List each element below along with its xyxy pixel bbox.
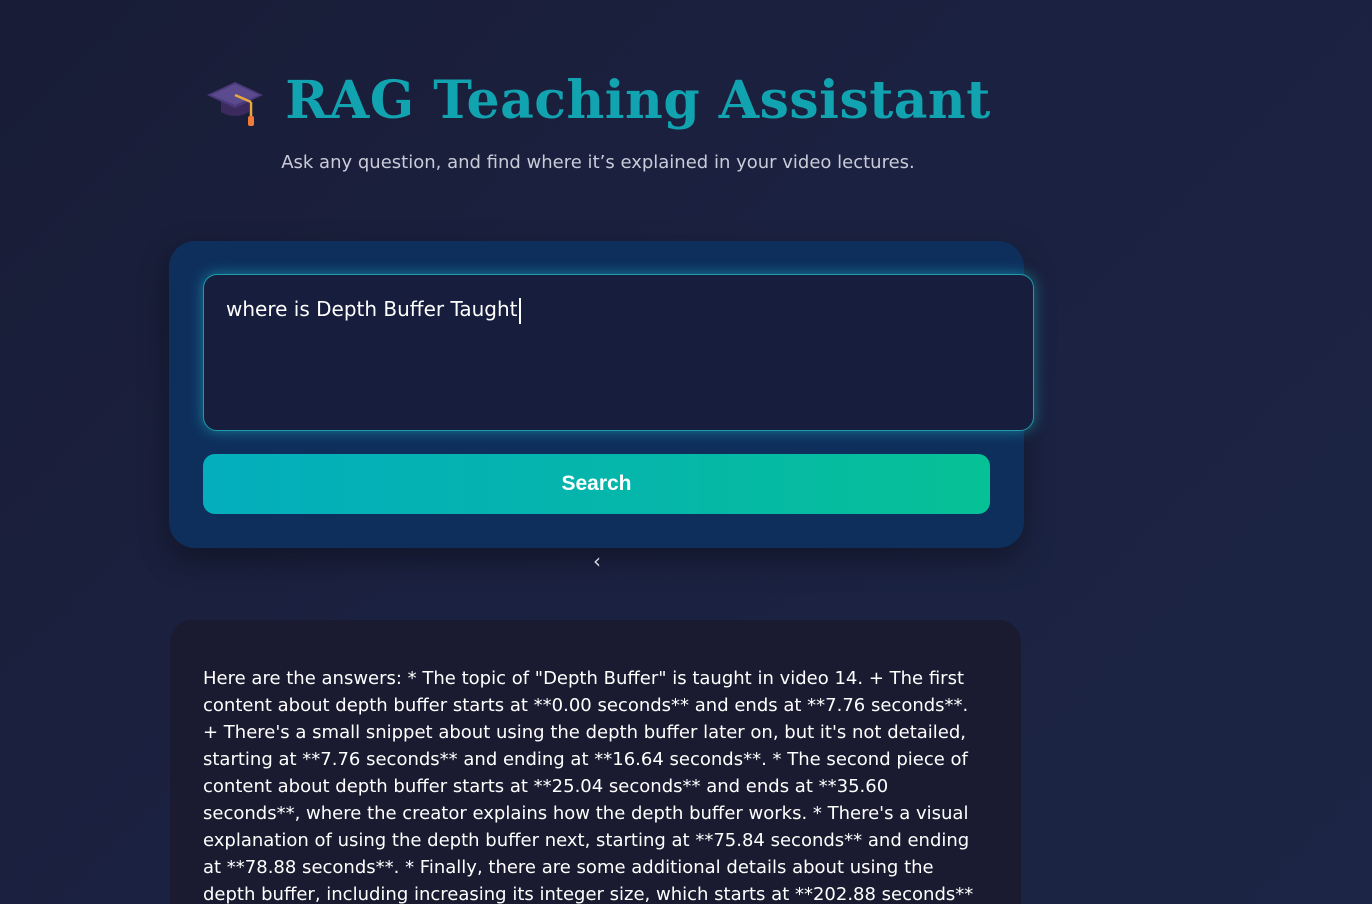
query-input-value: where is Depth Buffer Taught	[226, 297, 518, 321]
search-button[interactable]: Search	[203, 454, 990, 514]
page-title: RAG Teaching Assistant	[285, 69, 991, 131]
title-row: RAG Teaching Assistant	[0, 62, 1196, 138]
search-card: where is Depth Buffer Taught Search	[169, 241, 1034, 548]
answer-card: Here are the answers: * The topic of "De…	[170, 620, 1021, 904]
page-subtitle: Ask any question, and find where it’s ex…	[281, 152, 915, 173]
page-header: RAG Teaching Assistant Ask any question,…	[0, 62, 1196, 173]
text-caret	[518, 297, 521, 324]
graduation-cap-icon	[205, 70, 265, 130]
answer-text: Here are the answers: * The topic of "De…	[203, 668, 974, 904]
query-input[interactable]: where is Depth Buffer Taught	[203, 274, 1034, 431]
chevron-left-icon[interactable]: ‹	[588, 549, 606, 573]
